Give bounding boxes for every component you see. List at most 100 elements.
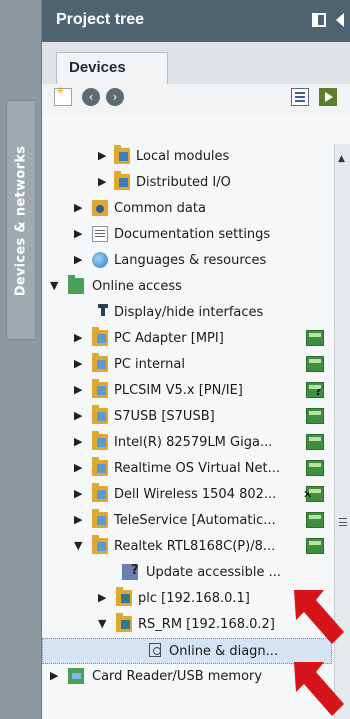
tree-item-label: Realtime OS Virtual Net... — [114, 461, 280, 476]
interface-icon — [98, 304, 108, 320]
expand-arrow-icon[interactable]: ▶ — [74, 487, 82, 500]
tree-item-s7usb[interactable]: ▶ S7USB [S7USB] — [42, 404, 332, 430]
expand-arrow-icon[interactable]: ▶ — [74, 253, 82, 266]
tree-item-pc-internal[interactable]: ▶ PC internal — [42, 352, 332, 378]
expand-arrow-icon[interactable]: ▶ — [74, 357, 82, 370]
interface-folder-icon — [92, 457, 108, 476]
tree-item-label: S7USB [S7USB] — [114, 409, 215, 424]
tree-item-label: TeleService [Automatic... — [114, 513, 276, 528]
connection-status-icon — [306, 512, 324, 528]
tree-item-label: Distributed I/O — [136, 175, 231, 190]
expand-arrow-icon[interactable]: ▶ — [74, 513, 82, 526]
device-folder-icon — [116, 613, 132, 632]
tree-item-local-modules[interactable]: ▶ Local modules — [42, 144, 332, 170]
side-tab-bar: Devices & networks — [0, 0, 42, 719]
annotation-arrow-update — [294, 590, 344, 644]
panel-layout-icon[interactable] — [312, 13, 326, 27]
tree-item-label: Display/hide interfaces — [114, 305, 264, 320]
connection-status-icon — [306, 434, 324, 450]
tree-item-label: Local modules — [136, 149, 230, 164]
tree-item-common-data[interactable]: ▶ Common data — [42, 196, 332, 222]
tree-item-plc[interactable]: ▶ plc [192.168.0.1] — [42, 586, 332, 612]
tree-item-label: Documentation settings — [114, 227, 271, 242]
tree-item-label: Realtek RTL8168C(P)/8... — [114, 539, 276, 554]
annotation-arrow-diagnostics — [294, 662, 344, 716]
interface-folder-icon — [92, 327, 108, 346]
tree-item-plcsim[interactable]: ▶ PLCSIM V5.x [PN/IE] — [42, 378, 332, 404]
tree-item-languages-resources[interactable]: ▶ Languages & resources — [42, 248, 332, 274]
expand-arrow-icon[interactable]: ▶ — [98, 175, 106, 188]
expand-arrow-icon[interactable]: ▶ — [74, 331, 82, 344]
tree-item-realtek-adapter[interactable]: ▼ Realtek RTL8168C(P)/8... — [42, 534, 332, 560]
expand-arrow-icon[interactable]: ▶ — [74, 227, 82, 240]
card-reader-icon — [68, 668, 84, 684]
update-accessible-icon — [122, 563, 139, 580]
tab-devices[interactable]: Devices — [56, 52, 168, 84]
forward-icon[interactable]: › — [106, 88, 124, 106]
project-tree-header: Project tree — [42, 0, 350, 42]
diagnostics-icon — [149, 643, 161, 657]
interface-folder-icon — [92, 353, 108, 372]
expand-arrow-icon[interactable]: ▶ — [50, 669, 58, 682]
tree-item-distributed-io[interactable]: ▶ Distributed I/O — [42, 170, 332, 196]
tree-item-dell-wireless[interactable]: ▶ Dell Wireless 1504 802... — [42, 482, 332, 508]
expand-arrow-icon[interactable]: ▶ — [98, 591, 106, 604]
tab-devices-label: Devices — [69, 59, 126, 76]
tree-item-card-reader[interactable]: ▶ Card Reader/USB memory — [42, 664, 332, 690]
overview-icon[interactable] — [291, 88, 309, 106]
interface-folder-icon — [92, 405, 108, 424]
collapse-arrow-icon[interactable]: ▼ — [74, 539, 82, 552]
collapse-panel-icon[interactable] — [336, 13, 344, 27]
tree-item-label: plc [192.168.0.1] — [138, 591, 250, 606]
scroll-up-icon[interactable]: ▲ — [338, 154, 345, 164]
new-item-icon[interactable] — [54, 86, 72, 106]
tree-item-intel-adapter[interactable]: ▶ Intel(R) 82579LM Giga... — [42, 430, 332, 456]
tree-list: ▶ Local modules ▶ Distributed I/O ▶ Comm… — [42, 144, 332, 719]
panel-title: Project tree — [56, 11, 145, 28]
tree-item-label: PC Adapter [MPI] — [114, 331, 224, 346]
scroll-grip-icon[interactable] — [339, 518, 347, 526]
globe-icon — [92, 252, 108, 268]
device-folder-icon — [116, 587, 132, 606]
tree-item-label: RS_RM [192.168.0.2] — [138, 617, 275, 632]
tree-item-online-diagnostics[interactable]: Online & diagn... — [42, 638, 332, 664]
tree-item-label: Intel(R) 82579LM Giga... — [114, 435, 273, 450]
expand-arrow-icon[interactable]: ▶ — [74, 435, 82, 448]
document-icon — [92, 226, 108, 242]
connection-status-icon — [306, 330, 324, 346]
devices-networks-label: Devices & networks — [13, 145, 29, 297]
tree-item-label: Dell Wireless 1504 802... — [114, 487, 277, 502]
project-tree-window: { "side_tab": { "label": "Devices & netw… — [0, 0, 350, 719]
collapse-arrow-icon[interactable]: ▼ — [98, 617, 106, 630]
tab-strip: Devices — [42, 42, 350, 84]
expand-arrow-icon[interactable]: ▶ — [74, 201, 82, 214]
tree-item-documentation-settings[interactable]: ▶ Documentation settings — [42, 222, 332, 248]
connection-error-icon — [303, 486, 324, 502]
expand-arrow-icon[interactable]: ▶ — [74, 409, 82, 422]
tree-item-update-accessible[interactable]: Update accessible ... — [42, 560, 332, 586]
tree-item-label: Online access — [92, 279, 182, 294]
back-icon[interactable]: ‹ — [82, 88, 100, 106]
connection-status-icon — [306, 356, 324, 372]
interface-folder-icon — [92, 509, 108, 528]
tree-item-teleservice[interactable]: ▶ TeleService [Automatic... — [42, 508, 332, 534]
tree-item-online-access[interactable]: ▼ Online access — [42, 274, 332, 300]
tree-item-label: Languages & resources — [114, 253, 267, 268]
interface-folder-icon — [92, 535, 108, 554]
tree-item-label: Common data — [114, 201, 206, 216]
tree-item-realtime-os[interactable]: ▶ Realtime OS Virtual Net... — [42, 456, 332, 482]
interface-folder-icon — [92, 379, 108, 398]
expand-arrow-icon[interactable]: ▶ — [74, 383, 82, 396]
tree-item-display-hide-interfaces[interactable]: Display/hide interfaces — [42, 300, 332, 326]
export-icon[interactable] — [319, 88, 337, 106]
expand-arrow-icon[interactable]: ▶ — [98, 149, 106, 162]
collapse-arrow-icon[interactable]: ▼ — [50, 279, 58, 292]
tree-item-pc-adapter[interactable]: ▶ PC Adapter [MPI] — [42, 326, 332, 352]
interface-folder-icon — [92, 483, 108, 502]
expand-arrow-icon[interactable]: ▶ — [74, 461, 82, 474]
devices-networks-tab[interactable]: Devices & networks — [6, 100, 36, 340]
tree-item-rs-rm[interactable]: ▼ RS_RM [192.168.0.2] — [42, 612, 332, 638]
online-folder-icon — [68, 275, 84, 294]
folder-icon — [114, 171, 130, 190]
tree-item-label: PC internal — [114, 357, 185, 372]
